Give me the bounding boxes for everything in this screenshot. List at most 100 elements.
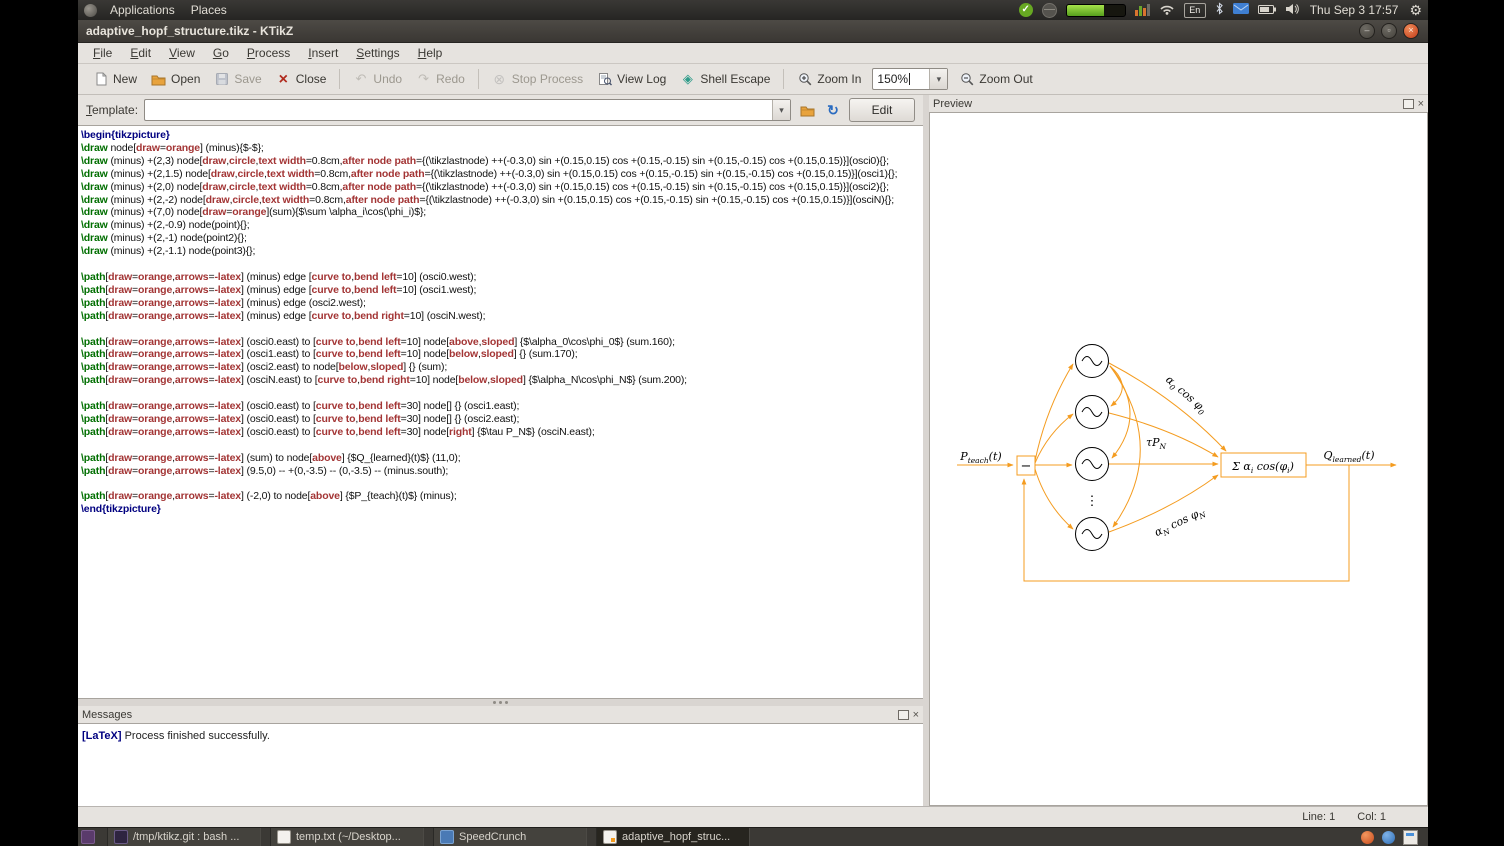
task-speedcrunch[interactable]: SpeedCrunch <box>433 828 587 846</box>
template-edit-button[interactable]: Edit <box>849 98 915 122</box>
close-file-button[interactable]: × Close <box>269 69 334 90</box>
wifi-icon[interactable] <box>1159 3 1175 18</box>
level-meter[interactable] <box>1066 4 1126 17</box>
code-line: \path[draw=orange,arrows=-latex] (9.5,0)… <box>81 465 923 478</box>
close-window-button[interactable]: × <box>1403 23 1419 39</box>
terminal-icon <box>114 830 128 844</box>
system-panel: Applications Places ✓ En Thu Sep 3 17:57… <box>78 0 1428 20</box>
code-line: \path[draw=orange,arrows=-latex] (sum) t… <box>81 452 923 465</box>
update-check-icon[interactable]: ✓ <box>1019 3 1033 17</box>
minus-sign: − <box>1021 459 1032 474</box>
preview-title: Preview <box>933 98 1403 110</box>
session-gear-icon[interactable]: ⚙ <box>1409 3 1422 17</box>
window-list-applet[interactable] <box>78 828 98 846</box>
code-line: \path[draw=orange,arrows=-latex] (osci0.… <box>81 400 923 413</box>
code-line: \path[draw=orange,arrows=-latex] (osciN.… <box>81 374 923 387</box>
view-log-icon <box>597 72 612 87</box>
tray-icon-orange[interactable] <box>1361 831 1374 844</box>
zoom-level-combo[interactable]: 150% ▾ <box>872 68 948 90</box>
menu-go[interactable]: Go <box>204 44 238 63</box>
level-meter-fill <box>1067 5 1104 16</box>
system-load-icon[interactable] <box>1135 4 1150 16</box>
shell-escape-button[interactable]: ◈ Shell Escape <box>673 69 777 90</box>
label-p-teach: Pteach(t) <box>959 450 1001 465</box>
preview-area[interactable]: − ⋮ Pteach(t) Qlearned(t) τPN α0 cos φ0 … <box>929 112 1428 806</box>
zoom-in-button[interactable]: Zoom In <box>790 69 868 90</box>
applications-menu[interactable]: Applications <box>102 0 183 20</box>
code-line: \path[draw=orange,arrows=-latex] (osci1.… <box>81 348 923 361</box>
status-bar: Line: 1 Col: 1 <box>78 806 1428 827</box>
menu-view[interactable]: View <box>160 44 204 63</box>
tray-icon-blue[interactable] <box>1382 831 1395 844</box>
distro-logo-icon[interactable] <box>84 4 97 17</box>
status-line: Line: 1 <box>1302 811 1335 823</box>
window-list-icon <box>81 830 95 844</box>
new-button[interactable]: New <box>86 69 144 90</box>
menu-settings[interactable]: Settings <box>347 44 408 63</box>
view-log-button[interactable]: View Log <box>590 69 673 90</box>
code-line: \path[draw=orange,arrows=-latex] (osci0.… <box>81 336 923 349</box>
code-line <box>81 477 923 490</box>
preview-header: Preview × <box>929 95 1428 112</box>
stop-icon: ⊗ <box>492 72 507 87</box>
code-line: \path[draw=orange,arrows=-latex] (minus)… <box>81 284 923 297</box>
code-line: \draw (minus) +(2,1.5) node[draw,circle,… <box>81 168 923 181</box>
zoom-level-value[interactable]: 150% <box>873 72 929 86</box>
messages-log[interactable]: [LaTeX] Process finished successfully. <box>78 723 923 806</box>
window-title-bar[interactable]: adaptive_hopf_structure.tikz - KTikZ – ▫… <box>78 20 1428 43</box>
open-button[interactable]: Open <box>144 69 207 90</box>
tray-icon-notes[interactable] <box>1403 830 1418 845</box>
redo-button[interactable]: ↷ Redo <box>409 69 472 90</box>
maximize-button[interactable]: ▫ <box>1381 23 1397 39</box>
task-ktikz[interactable]: adaptive_hopf_struc... <box>596 828 750 846</box>
close-x-icon: × <box>276 72 291 87</box>
code-line: \end{tikzpicture} <box>81 503 923 516</box>
stop-process-button[interactable]: ⊗ Stop Process <box>485 69 590 90</box>
zoom-out-button[interactable]: Zoom Out <box>952 69 1039 90</box>
bluetooth-icon[interactable] <box>1215 2 1224 18</box>
dock-float-icon[interactable] <box>1403 99 1414 109</box>
zoom-combo-dropdown[interactable]: ▾ <box>929 69 947 89</box>
template-combo[interactable]: ▾ <box>144 99 791 121</box>
template-reload-button[interactable]: ↻ <box>823 100 843 120</box>
menu-help[interactable]: Help <box>409 44 452 63</box>
label-tau-pn: τPN <box>1146 436 1167 451</box>
text-file-icon <box>277 830 291 844</box>
minimize-button[interactable]: – <box>1359 23 1375 39</box>
network-globe-icon[interactable] <box>1042 3 1057 18</box>
editor-code[interactable]: \begin{tikzpicture}\draw node[draw=orang… <box>78 125 923 699</box>
code-line: \draw (minus) +(2,0) node[draw,circle,te… <box>81 181 923 194</box>
volume-icon[interactable] <box>1285 3 1299 18</box>
mail-icon[interactable] <box>1233 3 1249 17</box>
code-line: \path[draw=orange,arrows=-latex] (minus)… <box>81 271 923 284</box>
keyboard-layout-indicator[interactable]: En <box>1184 3 1206 18</box>
task-text-editor[interactable]: temp.txt (~/Desktop... <box>270 828 424 846</box>
menu-insert[interactable]: Insert <box>299 44 347 63</box>
code-line: \path[draw=orange,arrows=-latex] (osci0.… <box>81 426 923 439</box>
code-line <box>81 323 923 336</box>
redo-arrow-icon: ↷ <box>416 72 431 87</box>
save-button[interactable]: Save <box>207 69 268 90</box>
editor-messages-splitter[interactable] <box>78 699 923 706</box>
dock-close-icon[interactable]: × <box>913 710 919 720</box>
template-combo-dropdown[interactable]: ▾ <box>772 100 790 120</box>
message-tag: [LaTeX] <box>82 730 122 742</box>
template-open-button[interactable] <box>797 100 817 120</box>
code-line: \begin{tikzpicture} <box>81 129 923 142</box>
code-line: \draw (minus) +(2,-0.9) node(point){}; <box>81 219 923 232</box>
toolbar-separator <box>478 69 479 89</box>
dock-close-icon[interactable]: × <box>1418 99 1424 109</box>
menu-file[interactable]: File <box>84 44 121 63</box>
places-menu[interactable]: Places <box>183 0 235 20</box>
menu-process[interactable]: Process <box>238 44 299 63</box>
menu-edit[interactable]: Edit <box>121 44 160 63</box>
dock-float-icon[interactable] <box>898 710 909 720</box>
clock[interactable]: Thu Sep 3 17:57 <box>1308 3 1401 17</box>
zoom-out-icon <box>959 72 974 87</box>
code-line: \draw node[draw=orange] (minus){$-$}; <box>81 142 923 155</box>
window-title: adaptive_hopf_structure.tikz - KTikZ <box>78 24 1359 38</box>
oscillator-nodes <box>1076 345 1109 551</box>
battery-icon[interactable] <box>1258 3 1276 17</box>
undo-button[interactable]: ↶ Undo <box>346 69 409 90</box>
task-terminal[interactable]: /tmp/ktikz.git : bash ... <box>107 828 261 846</box>
